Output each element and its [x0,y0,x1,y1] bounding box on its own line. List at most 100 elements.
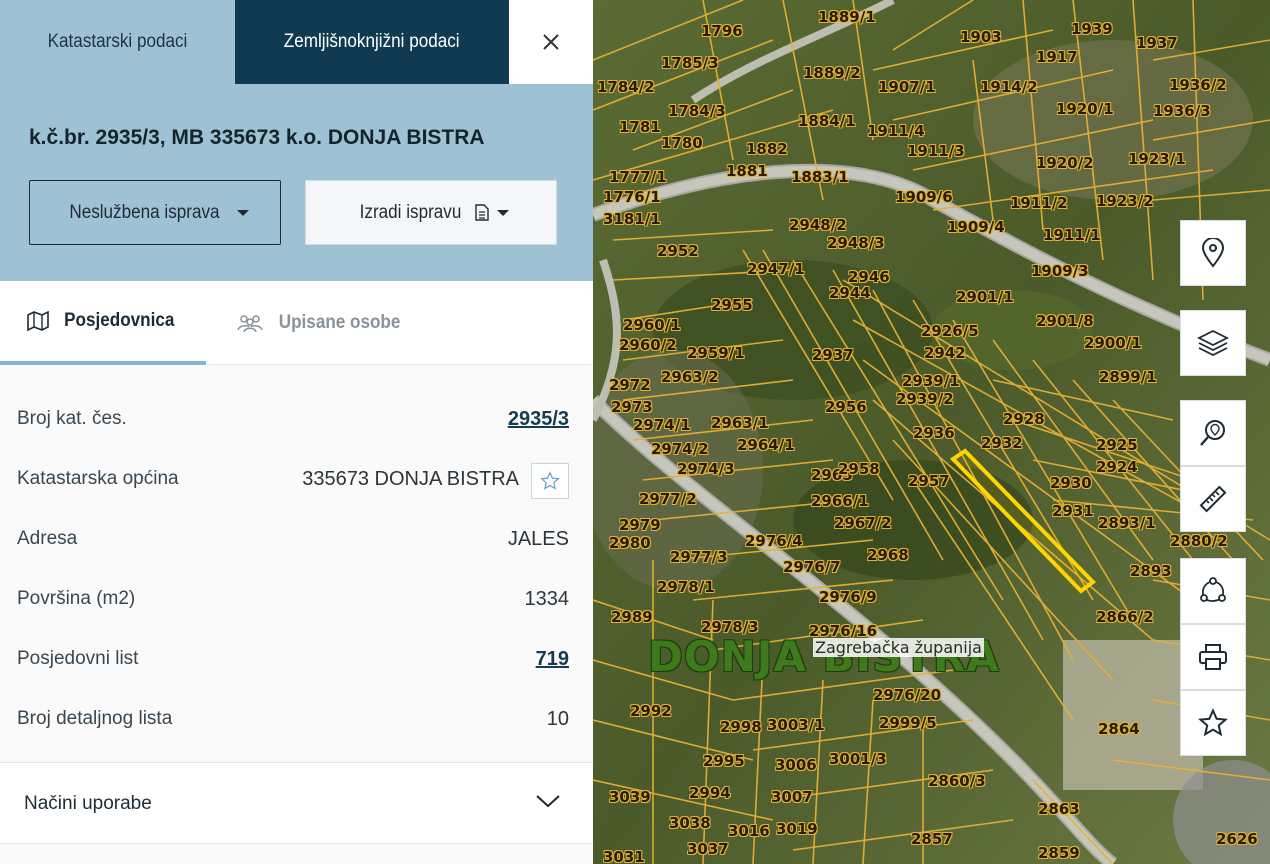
cadastral-map[interactable]: 1796 1889/1 1903 1939 1937 1785/3 1889/2… [593,0,1270,864]
parcel-label: 1777/1 [609,168,667,186]
unofficial-document-dropdown[interactable]: Neslužbena isprava [29,180,281,245]
parcel-label: 2980 [609,534,651,552]
search-location-button[interactable] [1180,400,1246,466]
parcel-label: 1884/1 [798,112,856,130]
parcel-number-label: Broj kat. čes. [17,408,127,429]
parcel-label: 3016 [728,822,770,840]
parcel-label: 1911/1 [1043,226,1101,244]
parcel-label: 3037 [687,840,729,858]
address-value: JALES [507,528,569,550]
panel-tabs: Katastarski podaci Zemljišnoknjižni poda… [0,0,593,84]
parcel-label: 2942 [924,344,966,362]
parcel-label: 2974/2 [651,440,709,458]
tab-cadastral-data[interactable]: Katastarski podaci [12,0,224,84]
parcel-label: 2948/2 [789,216,847,234]
area-value: 1334 [524,588,570,610]
parcel-label: 2863 [1038,800,1080,818]
create-document-label: Izradi ispravu [359,201,461,223]
detail-subtabs: Posjedovnica Upisane osobe [0,281,593,365]
unofficial-document-label: Neslužbena isprava [68,201,220,223]
draw-polygon-button[interactable] [1180,558,1246,624]
parcel-label: 2932 [981,434,1023,452]
parcel-label: 3031 [603,848,645,864]
parcel-label: 1909/4 [947,218,1005,236]
tab-registered-persons[interactable]: Upisane osobe [236,281,416,365]
parcel-label: 2930 [1050,474,1092,492]
parcel-label: 1911/4 [867,122,925,140]
print-icon [1199,644,1227,670]
possession-sheet-link[interactable]: 719 [536,648,569,671]
detail-row: Broj detaljnog lista 10 [0,688,593,748]
parcel-label: 2968 [867,546,909,564]
favorites-button[interactable] [1180,690,1246,756]
area-label: Površina (m2) [17,588,136,609]
usage-methods-accordion[interactable]: Načini uporabe [0,762,593,844]
document-icon [474,204,489,221]
caret-down-icon [496,209,509,216]
parcel-label: 2963/1 [711,414,769,432]
parcel-label: 2992 [630,702,672,720]
parcel-label: 2866/2 [1096,608,1154,626]
parcel-label: 1785/3 [661,54,719,72]
parcel-label: 1937 [1136,34,1178,52]
parcel-label: 1909/3 [1031,262,1089,280]
parcel-label: 1882 [746,140,788,158]
parcel-label: 2860/3 [928,772,986,790]
parcel-label: 1920/2 [1036,154,1094,172]
parcel-label: 2948/3 [827,234,885,252]
tab-possession[interactable]: Posjedovnica [0,281,206,365]
print-button[interactable] [1180,624,1246,690]
detail-row: Katastarska općina 335673 DONJA BISTRA [0,448,593,508]
parcel-label: 2901/1 [956,288,1014,306]
parcel-label: 2936 [913,424,955,442]
parcel-label: 3181/1 [603,210,661,228]
parcel-label: 1939 [1071,20,1113,38]
tab-possession-label: Posjedovnica [63,310,175,331]
parcel-label: 1889/1 [818,8,876,26]
parcel-label: 2989 [611,608,653,626]
parcel-label: 2964/1 [737,436,795,454]
parcel-label: 1796 [701,22,743,40]
create-document-dropdown[interactable]: Izradi ispravu [305,180,557,245]
parcel-label: 2998 [720,718,762,736]
cadastral-municipality-label: Katastarska općina [17,468,179,489]
parcel-label: 2995 [703,752,745,770]
parcel-label: 2960/2 [619,336,677,354]
parcel-label: 1781 [619,118,661,136]
parcel-label: 2978/1 [657,578,715,596]
parcel-label: 1883/1 [791,168,849,186]
parcel-label: 2976/9 [819,588,877,606]
measure-button[interactable] [1180,466,1246,532]
parcel-label: 2974/3 [677,460,735,478]
close-button[interactable] [509,0,593,84]
detail-row: Površina (m2) 1334 [0,568,593,628]
parcel-label: 2972 [609,376,651,394]
search-location-icon [1200,420,1225,446]
parcel-label: 3007 [771,788,813,806]
parcel-label: 2893/1 [1098,514,1156,532]
parcel-label: 1907/1 [878,78,936,96]
parcel-label: 2859 [1038,844,1080,862]
parcel-label: 2957 [908,472,950,490]
parcel-label: 2939/1 [902,372,960,390]
detail-row: Posjedovni list 719 [0,628,593,688]
parcel-label: 1911/3 [907,142,965,160]
parcel-number-link[interactable]: 2935/3 [508,408,569,431]
users-icon [237,315,263,333]
parcel-label: 2967/2 [834,514,892,532]
layers-button[interactable] [1180,310,1246,376]
parcel-label: 3019 [776,820,818,838]
location-pin-icon [1201,238,1225,268]
locate-button[interactable] [1180,220,1246,286]
usage-methods-label: Načini uporabe [24,793,152,814]
parcel-label: 2955 [711,296,753,314]
detail-sheet-value: 10 [546,708,569,730]
parcel-label: 2979 [619,516,661,534]
parcel-label: 1920/1 [1056,100,1114,118]
polygon-icon [1200,577,1226,602]
parcel-header: k.č.br. 2935/3, MB 335673 k.o. DONJA BIS… [0,84,593,281]
parcel-label: 2931 [1052,502,1094,520]
parcel-label: 2864 [1098,720,1140,738]
tab-land-registry-data[interactable]: Zemljišnoknjižni podaci [235,0,509,84]
favorite-municipality-button[interactable] [531,463,569,499]
